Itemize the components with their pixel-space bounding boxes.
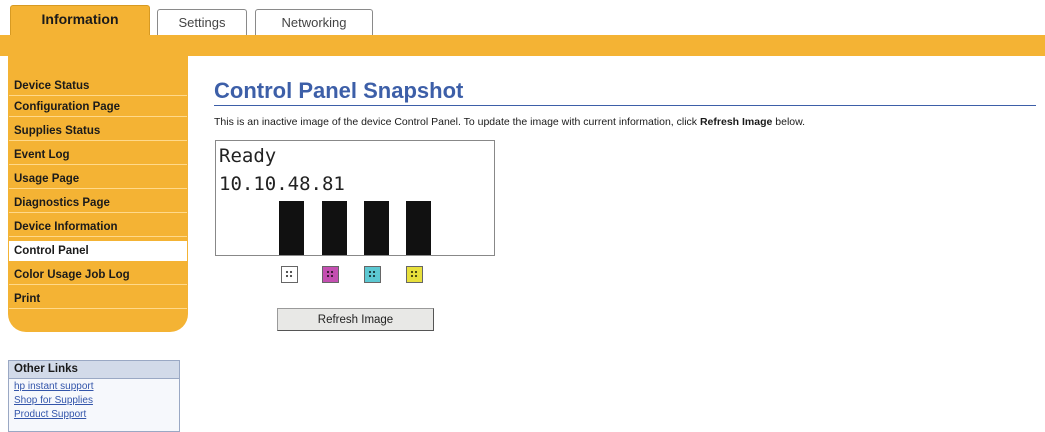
sidebar-item-configuration-page[interactable]: Configuration Page [9,97,187,117]
sidebar: Device Status Configuration Page Supplie… [8,56,188,332]
magenta-cartridge-icon [322,266,339,283]
tab-networking[interactable]: Networking [255,9,373,35]
sidebar-item-diagnostics-page[interactable]: Diagnostics Page [9,193,187,213]
description-suffix: below. [772,116,806,128]
yellow-cartridge-icon [406,266,423,283]
description-text: This is an inactive image of the device … [214,116,700,128]
sidebar-item-device-status[interactable]: Device Status [9,76,187,96]
tab-bar [0,35,1045,56]
sidebar-item-control-panel[interactable]: Control Panel [9,241,187,261]
link-hp-instant-support[interactable]: hp instant support [9,380,179,393]
tab-settings[interactable]: Settings [157,9,247,35]
black-cartridge-icon [281,266,298,283]
cyan-cartridge-icon [364,266,381,283]
display-ip-line: 10.10.48.81 [219,173,345,195]
refresh-image-button[interactable]: Refresh Image [277,308,434,331]
sidebar-item-usage-page[interactable]: Usage Page [9,169,187,189]
supply-level-bar-yellow [406,201,431,255]
control-panel-snapshot: Ready 10.10.48.81 [215,140,495,256]
sidebar-item-print[interactable]: Print [9,289,187,309]
sidebar-item-device-information[interactable]: Device Information [9,217,187,237]
supply-level-bar-magenta [322,201,347,255]
other-links-panel: Other Links hp instant support Shop for … [8,360,180,432]
other-links-title: Other Links [9,361,179,379]
sidebar-item-supplies-status[interactable]: Supplies Status [9,121,187,141]
display-status-line: Ready [219,145,277,167]
sidebar-item-event-log[interactable]: Event Log [9,145,187,165]
page-description: This is an inactive image of the device … [214,116,805,128]
tab-information[interactable]: Information [10,5,150,35]
supply-level-bar-cyan [364,201,389,255]
supply-level-bar-black [279,201,304,255]
description-emphasis: Refresh Image [699,116,773,128]
title-divider [214,105,1036,106]
sidebar-item-color-usage-job-log[interactable]: Color Usage Job Log [9,265,187,285]
page-title: Control Panel Snapshot [214,78,464,103]
link-shop-for-supplies[interactable]: Shop for Supplies [9,394,179,407]
link-product-support[interactable]: Product Support [9,408,179,421]
